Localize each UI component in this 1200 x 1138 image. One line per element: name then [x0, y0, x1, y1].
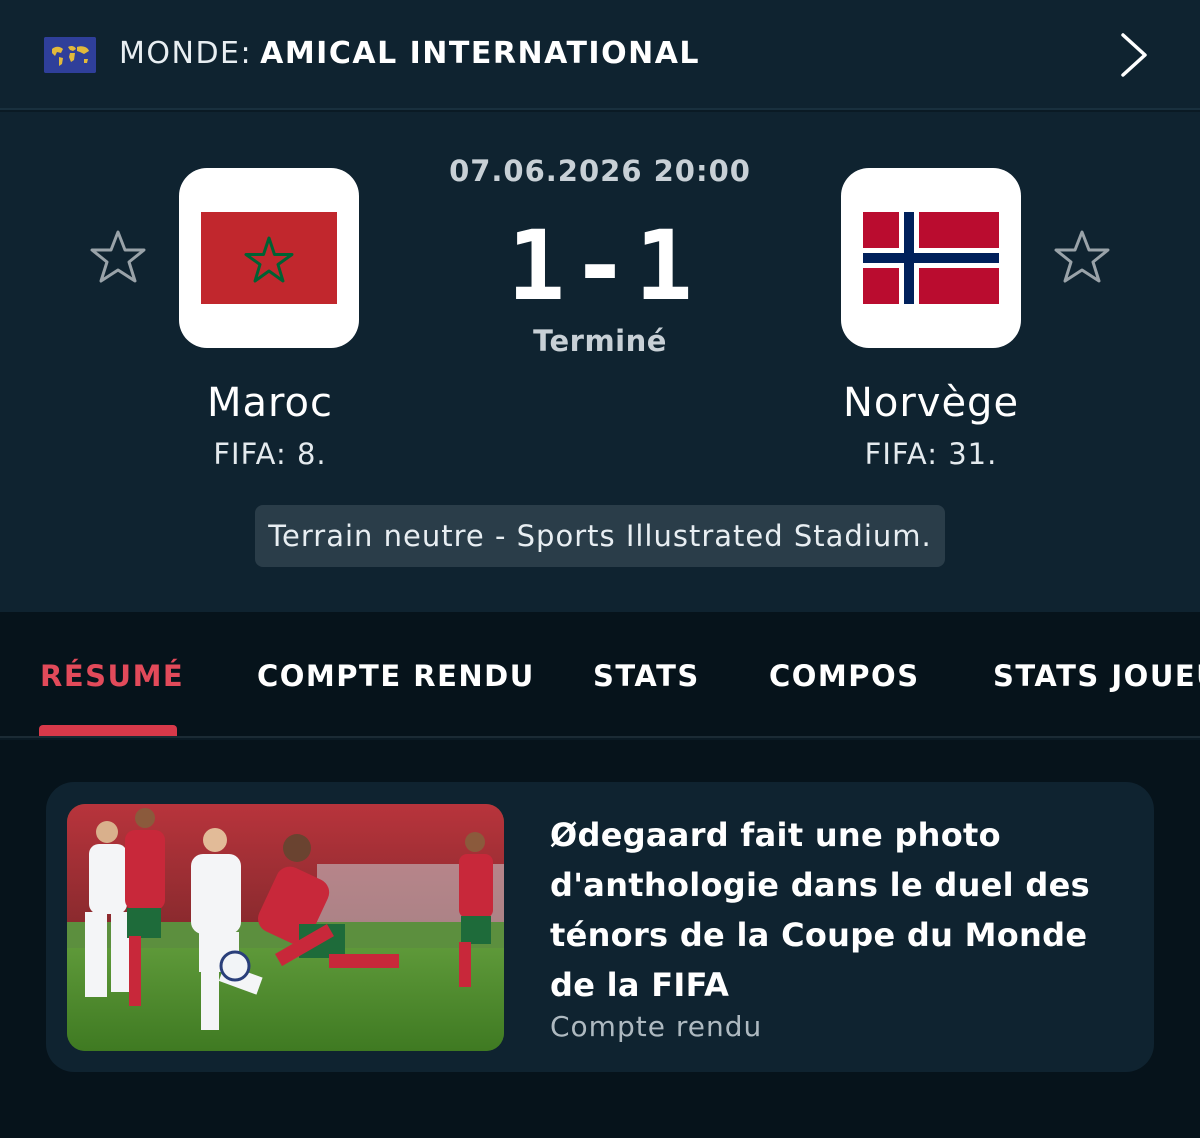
match-status: Terminé [533, 324, 667, 358]
competition-name: AMICAL INTERNATIONAL [260, 36, 701, 71]
away-team-name[interactable]: Norvège [771, 380, 1091, 426]
news-title[interactable]: Ødegaard fait une photo d'anthologie dan… [550, 810, 1130, 1010]
match-datetime: 07.06.2026 20:00 [449, 154, 751, 188]
tab-compte-rendu[interactable]: COMPTE RENDU [257, 656, 535, 696]
favorite-star-icon[interactable] [88, 228, 148, 288]
morocco-flag-icon [201, 212, 337, 304]
tab-resume[interactable]: RÉSUMÉ [40, 656, 184, 696]
match-score: 1-1 [400, 210, 800, 322]
competition-title: MONDE: AMICAL INTERNATIONAL [119, 34, 700, 74]
home-team-rank: FIFA: 8. [213, 437, 327, 471]
news-photo [67, 804, 504, 1051]
venue-info: Terrain neutre - Sports Illustrated Stad… [255, 505, 945, 567]
favorite-star-icon[interactable] [1052, 228, 1112, 288]
match-tabs: RÉSUMÉ COMPTE RENDU STATS COMPOS STATS J… [0, 612, 1200, 738]
away-team-rank: FIFA: 31. [864, 437, 998, 471]
active-tab-indicator [39, 725, 177, 736]
match-screen: MONDE: AMICAL INTERNATIONAL Maroc FIFA: 8… [0, 0, 1200, 1138]
score-separator: - [571, 210, 629, 322]
news-card[interactable]: Ødegaard fait une photo d'anthologie dan… [46, 782, 1154, 1072]
home-team-logo[interactable] [179, 168, 359, 348]
tab-stats-joueurs[interactable]: STATS JOUEURS [993, 656, 1200, 696]
competition-header[interactable]: MONDE: AMICAL INTERNATIONAL [0, 0, 1200, 110]
norway-flag-icon [863, 212, 999, 304]
home-score: 1 [507, 210, 566, 322]
home-team-name[interactable]: Maroc [110, 380, 430, 426]
chevron-right-icon[interactable] [1112, 30, 1156, 80]
tab-stats[interactable]: STATS [593, 656, 700, 696]
news-category: Compte rendu [550, 1010, 763, 1043]
away-score: 1 [634, 210, 693, 322]
match-header: Maroc FIFA: 8. 07.06.2026 20:00 1-1 Term… [0, 112, 1200, 612]
competition-country: MONDE: [119, 36, 253, 71]
world-map-icon [44, 37, 96, 73]
summary-content: Ødegaard fait une photo d'anthologie dan… [0, 740, 1200, 1138]
away-team-logo[interactable] [841, 168, 1021, 348]
tab-compos[interactable]: COMPOS [769, 656, 920, 696]
